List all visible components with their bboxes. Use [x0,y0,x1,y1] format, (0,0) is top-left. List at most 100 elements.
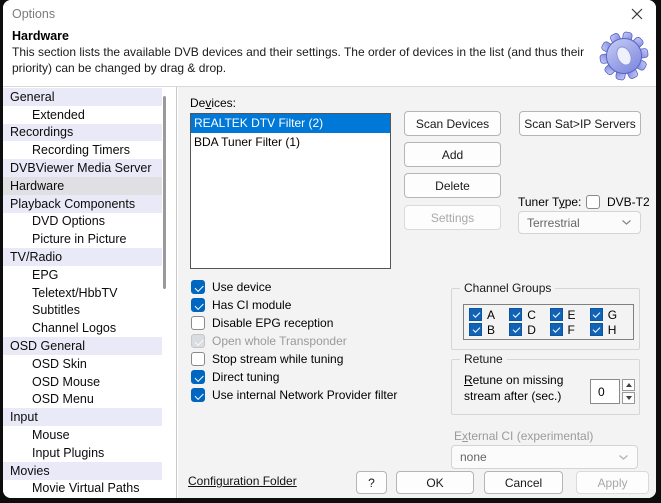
checkbox-label: Use device [212,280,272,294]
sidebar-item-label: Mouse [32,428,70,443]
channel-group-b[interactable]: B [469,323,509,337]
devices-listbox[interactable]: REALTEK DTV Filter (2) BDA Tuner Filter (… [190,113,391,269]
device-list-item[interactable]: REALTEK DTV Filter (2) [191,114,390,133]
sidebar-item-label: DVBViewer Media Server [10,161,152,176]
sidebar-item-channel-logos[interactable]: Channel Logos [3,319,162,337]
channel-group-label: B [487,322,496,337]
channel-group-e[interactable]: E [549,308,590,322]
sidebar-item-label: OSD Menu [32,392,94,407]
ok-button[interactable]: OK [396,471,474,494]
sidebar-list: General Extended Recordings Recording Timer… [3,88,162,497]
channel-group-label: C [527,307,536,322]
sidebar-item-playback-components[interactable]: Playback Components [3,194,162,213]
sidebar-item-hardware[interactable]: Hardware [3,176,162,195]
spinner-down-button[interactable] [622,392,635,404]
channel-group-g[interactable]: G [589,307,630,322]
sidebar-item-general[interactable]: General [3,88,162,106]
retune-spinner [622,379,635,404]
checkbox-box [589,323,603,336]
tuner-type-label: Tuner Type: [518,195,581,209]
hardware-panel: Devices: REALTEK DTV Filter (2) BDA Tuner… [178,87,656,498]
help-button[interactable]: ? [356,471,387,494]
sidebar-scrollbar[interactable] [163,96,166,289]
add-button[interactable]: Add [404,142,501,167]
arrow-down-icon [625,396,632,400]
sidebar-item-input[interactable]: Input [3,408,162,427]
tuner-type-label-pre: Tuner T [518,195,559,209]
checkbox-box [191,316,205,330]
sidebar-item-label: OSD Skin [32,356,87,371]
channel-group-f[interactable]: F [549,322,590,337]
sidebar-item-dvbviewer-media-server[interactable]: DVBViewer Media Server [3,159,162,177]
sidebar-item-input-plugins[interactable]: Input Plugins [3,444,162,462]
tuner-type-dropdown[interactable]: Terrestrial [518,211,641,234]
checkbox-box [191,370,205,384]
checkbox-stop-stream-while-tuning[interactable]: Stop stream while tuning [191,350,343,368]
sidebar-item-extended[interactable]: Extended [3,106,162,124]
sidebar-item-osd-general[interactable]: OSD General [3,337,162,355]
configuration-folder-link[interactable]: Configuration Folder [188,474,297,488]
cancel-button[interactable]: Cancel [484,471,563,494]
chevron-down-icon [622,220,631,225]
retune-seconds-input[interactable]: 0 [590,379,620,404]
checkbox-box [191,334,205,348]
sidebar-item-tv-radio[interactable]: TV/Radio [3,248,162,266]
sidebar-item-label: Channel Logos [32,321,117,336]
channel-group-a[interactable]: A [469,308,509,322]
checkbox-box [469,323,482,336]
delete-button[interactable]: Delete [404,173,501,198]
sidebar-item-label: General [10,89,55,104]
checkbox-disable-epg-reception[interactable]: Disable EPG reception [191,314,333,332]
checkbox-box [191,298,205,312]
device-list-item[interactable]: BDA Tuner Filter (1) [191,133,390,152]
sidebar-item-label: EPG [32,267,59,282]
sidebar-item-osd-menu[interactable]: OSD Menu [3,391,162,409]
checkbox-has-ci-module[interactable]: Has CI module [191,296,291,314]
checkbox-label: DVB-T2 [607,195,650,209]
sidebar-item-label: Hardware [10,178,65,193]
spinner-up-button[interactable] [622,379,635,391]
close-button[interactable] [626,3,648,25]
channel-group-label: F [567,322,575,337]
sidebar-item-epg[interactable]: EPG [3,266,162,284]
channel-group-c[interactable]: C [509,308,549,322]
channel-group-d[interactable]: D [509,323,549,337]
checkbox-direct-tuning[interactable]: Direct tuning [191,368,279,386]
sidebar-item-subtitles[interactable]: Subtitles [3,302,162,320]
checkbox-label: Disable EPG reception [212,316,334,330]
gear-icon [599,31,649,81]
retune-label-mnemonic: R [464,373,473,387]
sidebar-item-osd-mouse[interactable]: OSD Mouse [3,373,162,391]
checkbox-dvb-t2[interactable]: DVB-T2 [586,193,650,211]
sidebar-item-teletext-hbbtv[interactable]: Teletext/HbbTV [3,284,162,302]
sidebar-item-recordings[interactable]: Recordings [3,123,162,142]
sidebar-item-recording-timers[interactable]: Recording Timers [3,141,162,159]
checkbox-use-device[interactable]: Use device [191,278,271,296]
checkbox-box [191,352,205,366]
checkbox-box [469,308,482,321]
sidebar: General Extended Recordings Recording Timer… [3,87,177,498]
page-description: This section lists the available DVB dev… [12,45,585,75]
sidebar-item-picture-in-picture[interactable]: Picture in Picture [3,230,162,248]
apply-button: Apply [576,471,649,494]
checkbox-use-internal-network-provider-filter[interactable]: Use internal Network Provider filter [191,386,397,404]
scan-satip-servers-button[interactable]: Scan Sat>IP Servers [519,111,641,136]
sidebar-item-movies[interactable]: Movies [3,461,162,480]
sidebar-item-label: Subtitles [32,303,80,318]
channel-group-label: H [607,322,617,337]
window-title: Options [12,7,56,21]
sidebar-item-mouse[interactable]: Mouse [3,426,162,444]
sidebar-item-label: TV/Radio [10,250,63,265]
checkbox-box [509,323,523,336]
scan-devices-button[interactable]: Scan Devices [404,111,501,136]
channel-group-label: G [607,307,618,322]
sidebar-item-movie-virtual-paths[interactable]: Movie Virtual Paths [3,480,162,498]
retune-label-post: etune on missing stream after (sec.) [464,373,564,403]
channel-group-h[interactable]: H [589,322,630,337]
title-bar: Options [3,0,656,28]
checkbox-box [191,280,205,294]
sidebar-item-osd-skin[interactable]: OSD Skin [3,355,162,373]
checkbox-box [191,388,205,402]
sidebar-item-dvd-options[interactable]: DVD Options [3,213,162,231]
external-ci-label-pre: E [454,429,463,443]
